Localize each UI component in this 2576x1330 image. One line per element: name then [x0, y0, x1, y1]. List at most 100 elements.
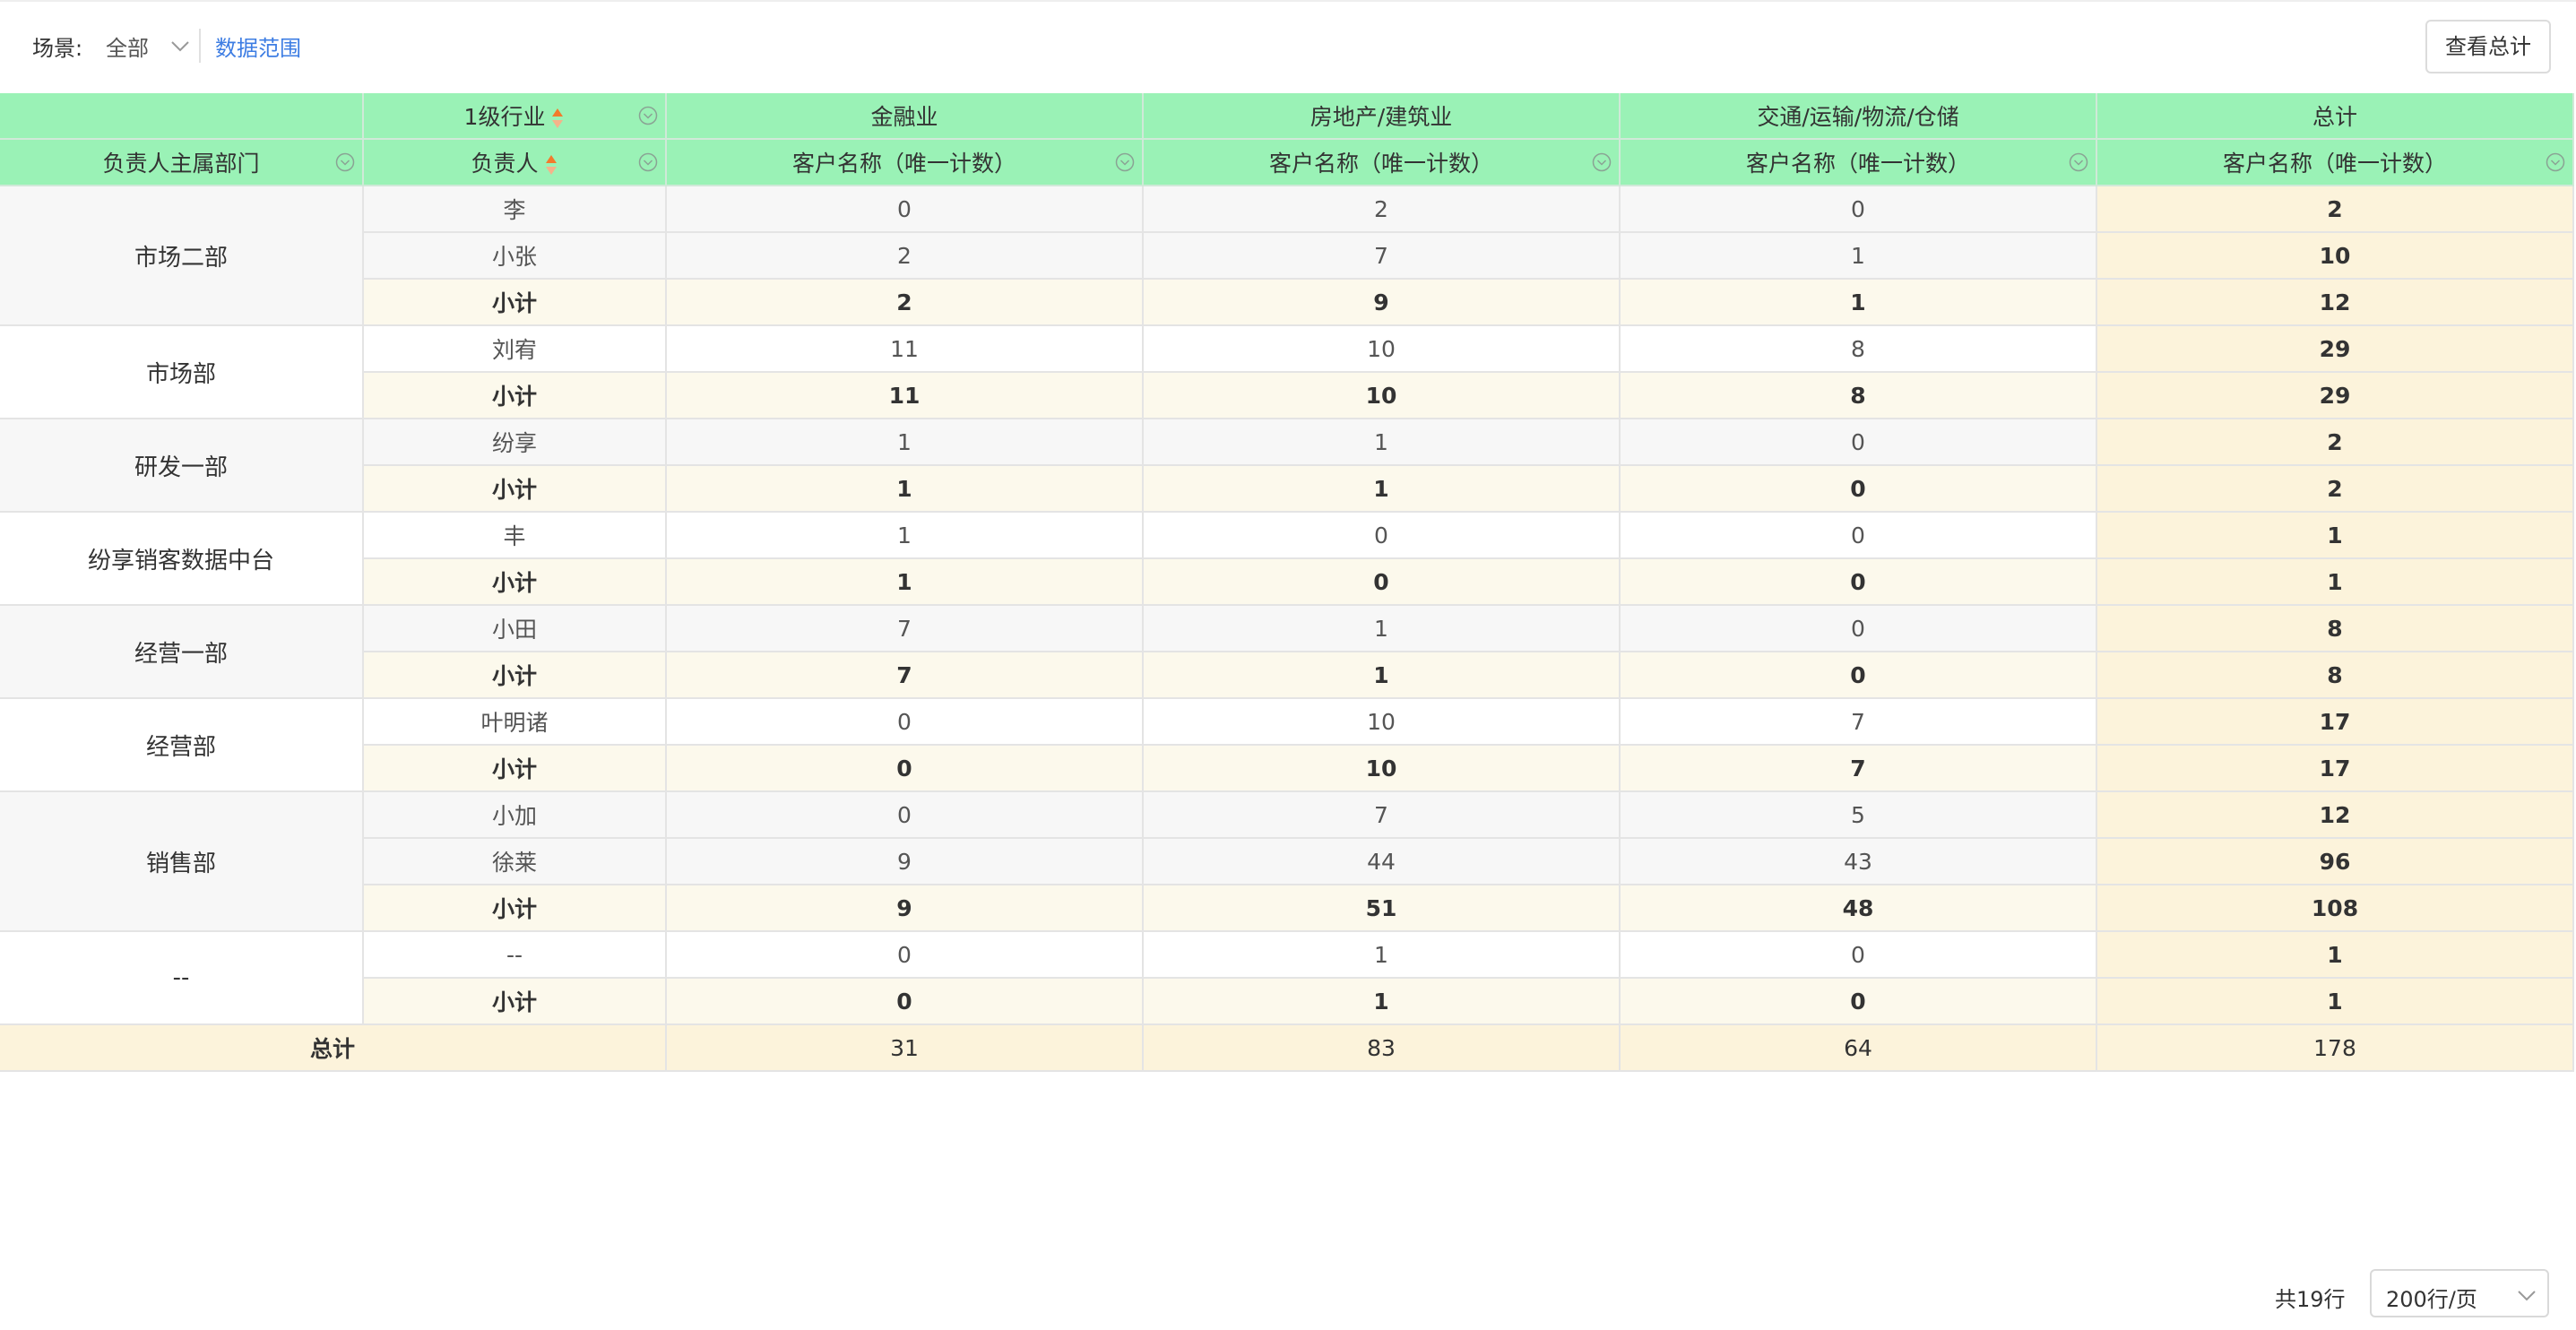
- value-cell-text: 0: [897, 195, 912, 222]
- owner-cell: 叶明诸: [364, 699, 667, 746]
- value-cell-text: 1: [897, 522, 912, 548]
- subtotal-label-text: 小计: [491, 384, 537, 410]
- subtotal-cell-text: 9: [896, 894, 912, 921]
- sort-icon[interactable]: [544, 153, 558, 177]
- subtotal-cell: 1: [1621, 280, 2097, 326]
- dept-cell: 经营部: [0, 699, 364, 792]
- value-cell: 8: [1621, 326, 2097, 373]
- value-cell: 2: [667, 233, 1144, 280]
- filter-icon[interactable]: [1592, 152, 1612, 172]
- sort-icon[interactable]: [550, 107, 565, 130]
- subtotal-cell: 0: [1621, 466, 2097, 513]
- grand-total-cell: 83: [1144, 1025, 1621, 1072]
- dept-cell-text: 纷享销客数据中台: [87, 547, 274, 574]
- owner-cell-text: 小张: [491, 244, 537, 270]
- subtotal-label-text: 小计: [491, 570, 537, 596]
- subtotal-label-text: 小计: [491, 290, 537, 316]
- subtotal-cell-text: 2: [896, 289, 912, 315]
- header-measure-text: 客户名称（唯一计数）: [2222, 151, 2447, 177]
- value-cell-text: 0: [897, 941, 912, 968]
- header-measure[interactable]: 客户名称（唯一计数）: [1621, 140, 2097, 186]
- value-cell: 10: [1144, 326, 1621, 373]
- row-total-cell: 1: [2097, 513, 2574, 559]
- value-cell: 0: [667, 699, 1144, 746]
- header-industry-col-text: 金融业: [870, 104, 938, 130]
- dept-cell: 销售部: [0, 792, 364, 932]
- subtotal-total-cell-text: 2: [2327, 475, 2343, 502]
- grand-total-cell: 64: [1621, 1025, 2097, 1072]
- row-total-cell: 29: [2097, 326, 2574, 373]
- subtotal-cell: 0: [1621, 979, 2097, 1025]
- subtotal-total-cell: 2: [2097, 466, 2574, 513]
- value-cell: 0: [1144, 513, 1621, 559]
- row-total-cell-text: 17: [2319, 708, 2351, 735]
- value-cell-text: 1: [1374, 941, 1388, 968]
- subtotal-cell-text: 0: [896, 755, 912, 782]
- value-cell-text: 9: [897, 848, 912, 875]
- owner-cell-text: --: [506, 941, 523, 968]
- value-cell-text: 0: [1851, 941, 1865, 968]
- subtotal-total-cell-text: 29: [2319, 382, 2351, 409]
- scene-select[interactable]: 全部: [106, 25, 195, 68]
- pivot-report-page: 场景: 全部 数据范围 查看总计 1级行业 金融业 房地产/建筑业 交通/运输/物流/…: [0, 0, 2576, 1330]
- header-dept[interactable]: 负责人主属部门: [0, 140, 364, 186]
- header-measure[interactable]: 客户名称（唯一计数）: [2097, 140, 2574, 186]
- value-cell: 0: [1621, 932, 2097, 979]
- filter-icon[interactable]: [2546, 152, 2565, 172]
- subtotal-cell: 0: [667, 979, 1144, 1025]
- value-cell-text: 10: [1367, 708, 1396, 735]
- row-total-cell-text: 8: [2327, 615, 2343, 642]
- subtotal-cell: 9: [667, 885, 1144, 932]
- filter-icon[interactable]: [2069, 152, 2088, 172]
- owner-cell: 小加: [364, 792, 667, 839]
- page-size-select[interactable]: 200行/页: [2370, 1269, 2549, 1317]
- subtotal-total-cell: 29: [2097, 373, 2574, 419]
- header-industry-col: 房地产/建筑业: [1144, 93, 1621, 140]
- view-total-button[interactable]: 查看总计: [2425, 20, 2551, 73]
- value-cell-text: 43: [1844, 848, 1872, 875]
- subtotal-total-cell: 12: [2097, 280, 2574, 326]
- filter-icon[interactable]: [1115, 152, 1135, 172]
- subtotal-total-cell-text: 1: [2327, 988, 2343, 1015]
- value-cell: 0: [667, 932, 1144, 979]
- header-industry-col: 交通/运输/物流/仓储: [1621, 93, 2097, 140]
- subtotal-label: 小计: [364, 559, 667, 606]
- subtotal-total-cell-text: 17: [2319, 755, 2351, 782]
- row-total-cell: 10: [2097, 233, 2574, 280]
- dept-cell-text: 经营一部: [134, 640, 228, 668]
- owner-cell-text: 纷享: [491, 430, 537, 456]
- subtotal-cell-text: 10: [1365, 755, 1397, 782]
- subtotal-cell-text: 0: [1850, 475, 1866, 502]
- filter-icon[interactable]: [638, 106, 658, 125]
- value-cell: 7: [1621, 699, 2097, 746]
- subtotal-cell-text: 7: [896, 661, 912, 688]
- dept-cell-text: 市场部: [145, 360, 216, 388]
- data-range-link[interactable]: 数据范围: [215, 30, 301, 62]
- subtotal-cell-text: 0: [1373, 568, 1389, 595]
- value-cell-text: 7: [1374, 801, 1388, 828]
- value-cell: 0: [1621, 419, 2097, 466]
- subtotal-label: 小计: [364, 652, 667, 699]
- subtotal-label: 小计: [364, 885, 667, 932]
- value-cell-text: 0: [1374, 522, 1388, 548]
- grand-total-cell-text: 31: [890, 1034, 919, 1061]
- subtotal-cell-text: 1: [1373, 988, 1389, 1015]
- filter-icon[interactable]: [638, 152, 658, 172]
- subtotal-cell: 0: [1144, 559, 1621, 606]
- subtotal-cell: 7: [667, 652, 1144, 699]
- subtotal-cell-text: 1: [1850, 289, 1866, 315]
- dept-cell-text: 销售部: [145, 850, 216, 877]
- grand-total-label: 总计: [0, 1025, 667, 1072]
- header-measure[interactable]: 客户名称（唯一计数）: [1144, 140, 1621, 186]
- subtotal-cell: 1: [667, 559, 1144, 606]
- owner-cell: 刘宥: [364, 326, 667, 373]
- subtotal-cell-text: 1: [1373, 475, 1389, 502]
- header-owner[interactable]: 负责人: [364, 140, 667, 186]
- header-level1-industry[interactable]: 1级行业: [364, 93, 667, 140]
- scene-label: 场景:: [32, 36, 83, 61]
- header-measure[interactable]: 客户名称（唯一计数）: [667, 140, 1144, 186]
- dept-cell: 纷享销客数据中台: [0, 513, 364, 606]
- dept-cell-text: 市场二部: [134, 244, 228, 272]
- filter-icon[interactable]: [335, 152, 355, 172]
- value-cell: 0: [1621, 513, 2097, 559]
